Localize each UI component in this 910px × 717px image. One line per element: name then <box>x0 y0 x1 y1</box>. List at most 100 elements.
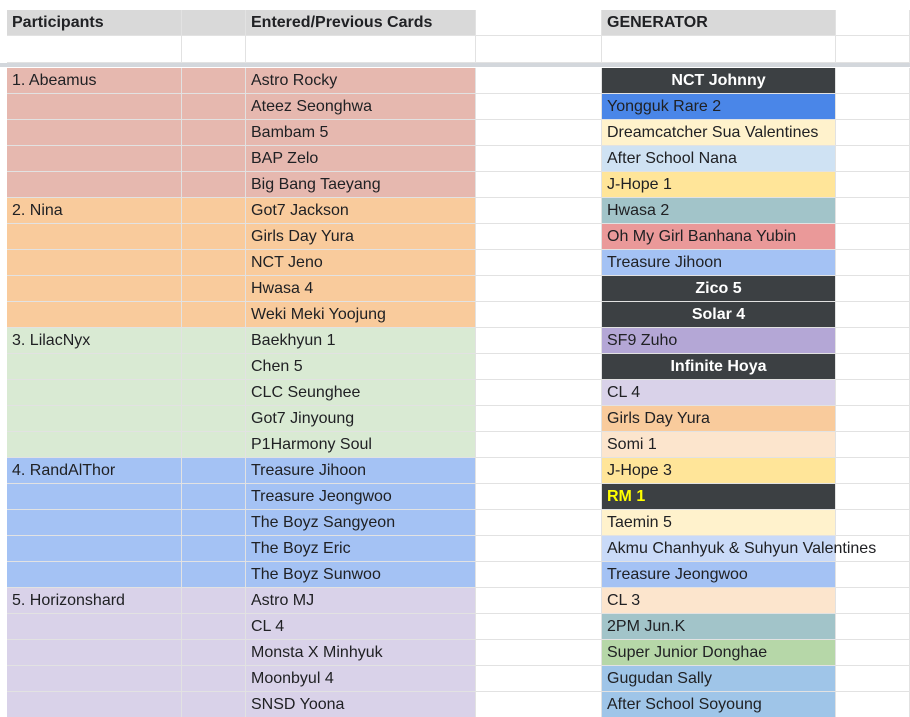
empty-cell[interactable] <box>836 536 910 562</box>
participant-cell[interactable] <box>7 302 182 328</box>
empty-cell[interactable] <box>836 380 910 406</box>
empty-cell[interactable] <box>476 458 602 484</box>
participant-cell[interactable] <box>7 432 182 458</box>
generator-card-cell[interactable]: Akmu Chanhyuk & Suhyun Valentines <box>602 536 876 562</box>
entered-card-cell[interactable]: Chen 5 <box>246 354 476 380</box>
entered-card-cell[interactable]: Astro MJ <box>246 588 476 614</box>
entered-card-cell[interactable]: Bambam 5 <box>246 120 476 146</box>
generator-card-cell[interactable]: Hwasa 2 <box>602 198 836 224</box>
entered-card-cell[interactable]: Moonbyul 4 <box>246 666 476 692</box>
generator-card-cell[interactable]: 2PM Jun.K <box>602 614 836 640</box>
empty-cell[interactable] <box>836 68 910 94</box>
empty-row[interactable] <box>476 36 602 63</box>
participant-cell[interactable] <box>182 120 246 146</box>
generator-card-cell[interactable]: After School Nana <box>602 146 836 172</box>
empty-cell[interactable] <box>476 484 602 510</box>
empty-cell[interactable] <box>836 328 910 354</box>
participant-cell[interactable] <box>182 224 246 250</box>
entered-card-cell[interactable]: CL 4 <box>246 614 476 640</box>
entered-card-cell[interactable]: Ateez Seonghwa <box>246 94 476 120</box>
empty-cell[interactable] <box>476 406 602 432</box>
participant-cell[interactable] <box>182 68 246 94</box>
empty-cell[interactable] <box>476 224 602 250</box>
participant-cell[interactable] <box>182 172 246 198</box>
participant-cell[interactable] <box>182 328 246 354</box>
participant-cell[interactable] <box>182 562 246 588</box>
empty-cell[interactable] <box>476 380 602 406</box>
empty-row[interactable] <box>836 36 910 63</box>
participant-cell[interactable] <box>7 614 182 640</box>
empty-cell[interactable] <box>476 250 602 276</box>
participant-cell[interactable] <box>7 224 182 250</box>
empty-cell[interactable] <box>836 562 910 588</box>
entered-card-cell[interactable]: BAP Zelo <box>246 146 476 172</box>
empty-cell[interactable] <box>836 666 910 692</box>
empty-cell[interactable] <box>476 198 602 224</box>
participant-cell[interactable] <box>7 640 182 666</box>
empty-cell[interactable] <box>476 276 602 302</box>
empty-cell[interactable] <box>476 692 602 717</box>
participant-cell[interactable] <box>182 276 246 302</box>
empty-cell[interactable] <box>836 484 910 510</box>
empty-row[interactable] <box>182 36 246 63</box>
header-empty-b[interactable] <box>182 10 246 36</box>
participant-name-cell[interactable]: 1. Abeamus <box>7 68 182 94</box>
generator-card-cell[interactable]: Yongguk Rare 2 <box>602 94 836 120</box>
participant-cell[interactable] <box>182 198 246 224</box>
entered-card-cell[interactable]: Treasure Jihoon <box>246 458 476 484</box>
empty-cell[interactable] <box>476 562 602 588</box>
entered-card-cell[interactable]: CLC Seunghee <box>246 380 476 406</box>
empty-cell[interactable] <box>476 302 602 328</box>
participant-name-cell[interactable]: 5. Horizonshard <box>7 588 182 614</box>
header-generator[interactable]: GENERATOR <box>602 10 836 36</box>
generator-card-cell[interactable]: NCT Johnny <box>602 68 836 94</box>
participant-name-cell[interactable]: 2. Nina <box>7 198 182 224</box>
empty-cell[interactable] <box>476 94 602 120</box>
participant-name-cell[interactable]: 3. LilacNyx <box>7 328 182 354</box>
empty-cell[interactable] <box>476 146 602 172</box>
empty-row[interactable] <box>602 36 836 63</box>
generator-card-cell[interactable]: Taemin 5 <box>602 510 836 536</box>
participant-cell[interactable] <box>182 432 246 458</box>
generator-card-cell[interactable]: Girls Day Yura <box>602 406 836 432</box>
participant-cell[interactable] <box>7 562 182 588</box>
participant-cell[interactable] <box>182 536 246 562</box>
generator-card-cell[interactable]: Oh My Girl Banhana Yubin <box>602 224 836 250</box>
participant-cell[interactable] <box>182 666 246 692</box>
participant-cell[interactable] <box>182 146 246 172</box>
participant-cell[interactable] <box>7 354 182 380</box>
empty-cell[interactable] <box>476 666 602 692</box>
participant-cell[interactable] <box>182 640 246 666</box>
participant-cell[interactable] <box>7 406 182 432</box>
empty-cell[interactable] <box>836 172 910 198</box>
empty-row[interactable] <box>7 36 182 63</box>
participant-cell[interactable] <box>182 588 246 614</box>
generator-card-cell[interactable]: CL 4 <box>602 380 836 406</box>
participant-cell[interactable] <box>7 120 182 146</box>
entered-card-cell[interactable]: Baekhyun 1 <box>246 328 476 354</box>
empty-cell[interactable] <box>836 640 910 666</box>
empty-cell[interactable] <box>836 510 910 536</box>
participant-cell[interactable] <box>7 250 182 276</box>
participant-cell[interactable] <box>182 692 246 717</box>
entered-card-cell[interactable]: The Boyz Eric <box>246 536 476 562</box>
header-participants[interactable]: Participants <box>7 10 182 36</box>
entered-card-cell[interactable]: NCT Jeno <box>246 250 476 276</box>
generator-card-cell[interactable]: Treasure Jihoon <box>602 250 836 276</box>
generator-card-cell[interactable]: Infinite Hoya <box>602 354 836 380</box>
empty-cell[interactable] <box>836 120 910 146</box>
empty-cell[interactable] <box>836 354 910 380</box>
entered-card-cell[interactable]: Girls Day Yura <box>246 224 476 250</box>
participant-cell[interactable] <box>7 484 182 510</box>
empty-cell[interactable] <box>476 68 602 94</box>
empty-row[interactable] <box>246 36 476 63</box>
participant-cell[interactable] <box>7 666 182 692</box>
entered-card-cell[interactable]: The Boyz Sangyeon <box>246 510 476 536</box>
participant-cell[interactable] <box>182 250 246 276</box>
generator-card-cell[interactable]: Treasure Jeongwoo <box>602 562 836 588</box>
empty-cell[interactable] <box>476 588 602 614</box>
empty-cell[interactable] <box>476 120 602 146</box>
participant-cell[interactable] <box>7 510 182 536</box>
generator-card-cell[interactable]: CL 3 <box>602 588 836 614</box>
empty-cell[interactable] <box>836 94 910 120</box>
